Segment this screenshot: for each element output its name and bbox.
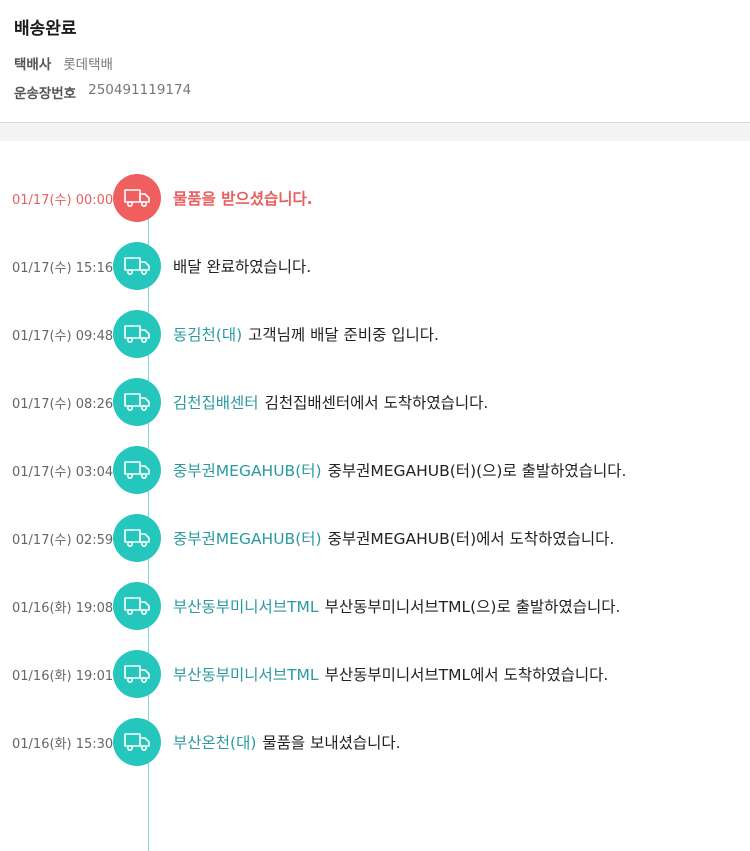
tracking-timeline: 01/17(수) 00:00 물품을 받으셨습니다. 01/17(수) 15:16 배…: [0, 141, 750, 851]
event-location: 중부권MEGAHUB(터): [173, 462, 322, 480]
event-message: 김천집배센터 김천집배센터에서 도착하였습니다.: [173, 391, 488, 413]
truck-icon: [113, 378, 161, 426]
tracking-row: 운송장번호 250491119174: [14, 82, 736, 102]
tracking-event: 01/17(수) 15:16 배달 완료하였습니다.: [0, 232, 750, 300]
event-message: 중부권MEGAHUB(터) 중부권MEGAHUB(터)(으)로 출발하였습니다.: [173, 459, 626, 481]
event-time: 01/16(화) 19:08: [12, 600, 114, 616]
event-location: 동김천(대): [173, 326, 243, 344]
truck-icon: [113, 242, 161, 290]
event-status-text: 부산동부미니서브TML(으)로 출발하였습니다.: [324, 598, 621, 616]
event-status-text: 중부권MEGAHUB(터)에서 도착하였습니다.: [327, 530, 615, 548]
event-message: 동김천(대) 고객님께 배달 준비중 입니다.: [173, 323, 439, 345]
event-time: 01/16(화) 15:30: [12, 736, 114, 752]
tracking-event: 01/17(수) 08:26 김천집배센터 김천집배센터에서 도착하였습니다.: [0, 368, 750, 436]
event-location: 부산온천(대): [173, 734, 257, 752]
truck-icon: [113, 514, 161, 562]
event-status-text: 고객님께 배달 준비중 입니다.: [248, 326, 439, 344]
truck-icon: [113, 310, 161, 358]
event-time: 01/17(수) 02:59: [12, 532, 114, 548]
tracking-label: 운송장번호: [14, 86, 77, 102]
event-time: 01/16(화) 19:01: [12, 668, 114, 684]
event-location: 부산동부미니서브TML: [173, 598, 319, 616]
event-status-text: 부산동부미니서브TML에서 도착하였습니다.: [324, 666, 609, 684]
tracking-event: 01/16(화) 19:08 부산동부미니서브TML 부산동부미니서브TML(으)로…: [0, 572, 750, 640]
tracking-event: 01/17(수) 00:00 물품을 받으셨습니다.: [0, 164, 750, 232]
event-location: 김천집배센터: [173, 394, 259, 412]
event-location: 중부권MEGAHUB(터): [173, 530, 322, 548]
truck-icon: [113, 650, 161, 698]
event-status-text: 물품을 보내셨습니다.: [262, 734, 401, 752]
carrier-value: 롯데택배: [63, 57, 113, 73]
tracking-event: 01/17(수) 09:48 동김천(대) 고객님께 배달 준비중 입니다.: [0, 300, 750, 368]
delivery-header: 배송완료 택배사 롯데택배 운송장번호 250491119174: [0, 0, 750, 108]
event-status-text: 김천집배센터에서 도착하였습니다.: [264, 394, 489, 412]
event-time: 01/17(수) 08:26: [12, 396, 114, 412]
truck-icon: [113, 174, 161, 222]
event-time: 01/17(수) 03:04: [12, 464, 114, 480]
event-time: 01/17(수) 00:00: [12, 192, 114, 208]
truck-icon: [113, 446, 161, 494]
page-title: 배송완료: [14, 19, 77, 39]
event-message: 부산온천(대) 물품을 보내셨습니다.: [173, 731, 401, 753]
tracking-event: 01/17(수) 03:04 중부권MEGAHUB(터) 중부권MEGAHUB(터)…: [0, 436, 750, 504]
tracking-event: 01/17(수) 02:59 중부권MEGAHUB(터) 중부권MEGAHUB(터)…: [0, 504, 750, 572]
event-status-text: 중부권MEGAHUB(터)(으)로 출발하였습니다.: [327, 462, 627, 480]
tracking-event: 01/16(화) 19:01 부산동부미니서브TML 부산동부미니서브TML에서 도…: [0, 640, 750, 708]
event-time: 01/17(수) 09:48: [12, 328, 114, 344]
truck-icon: [113, 582, 161, 630]
section-gap: [0, 123, 750, 141]
tracking-number: 250491119174: [88, 82, 192, 98]
event-message: 중부권MEGAHUB(터) 중부권MEGAHUB(터)에서 도착하였습니다.: [173, 527, 614, 549]
event-status-text: 물품을 받으셨습니다.: [173, 190, 313, 208]
event-message: 물품을 받으셨습니다.: [173, 187, 313, 209]
tracking-event: 01/16(화) 15:30 부산온천(대) 물품을 보내셨습니다.: [0, 708, 750, 776]
event-status-text: 배달 완료하였습니다.: [173, 258, 312, 276]
carrier-row: 택배사 롯데택배: [14, 53, 736, 73]
carrier-label: 택배사: [14, 57, 52, 73]
event-message: 배달 완료하였습니다.: [173, 255, 311, 277]
event-location: 부산동부미니서브TML: [173, 666, 319, 684]
event-message: 부산동부미니서브TML 부산동부미니서브TML(으)로 출발하였습니다.: [173, 595, 620, 617]
event-time: 01/17(수) 15:16: [12, 260, 114, 276]
event-message: 부산동부미니서브TML 부산동부미니서브TML에서 도착하였습니다.: [173, 663, 608, 685]
